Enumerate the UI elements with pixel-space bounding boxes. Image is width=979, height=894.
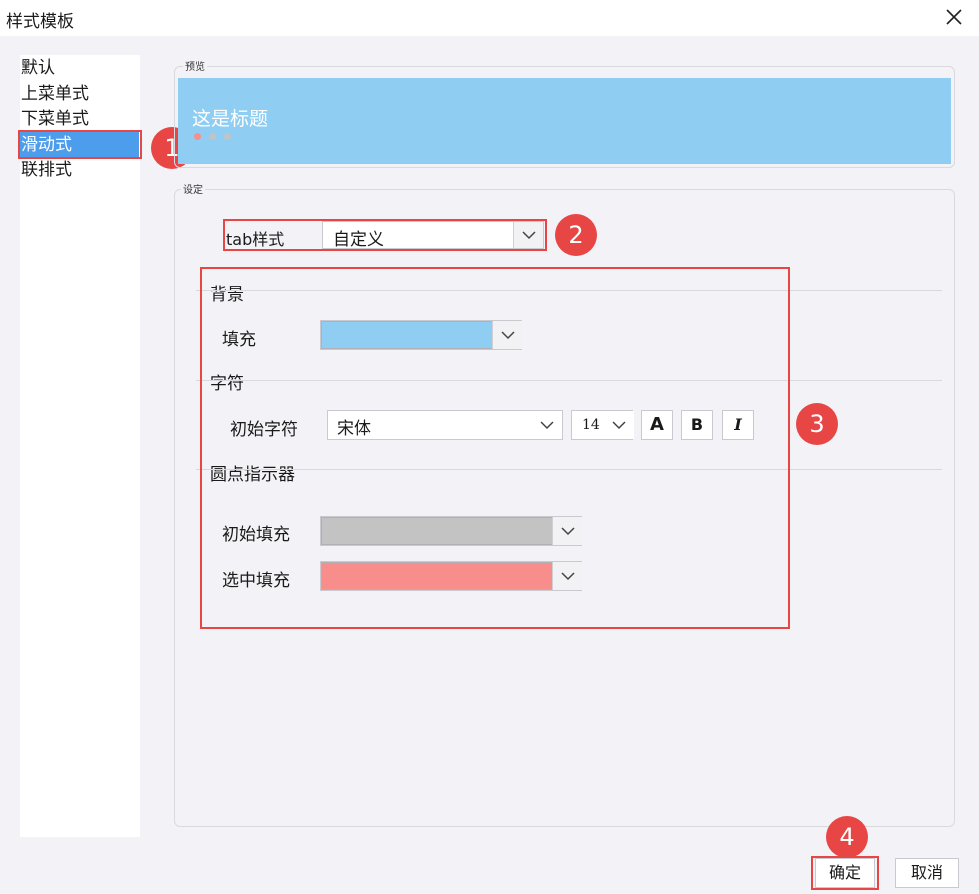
annotation-badge-4: 4 (826, 816, 868, 858)
section-divider (196, 290, 942, 291)
annotation-badge-2: 2 (555, 214, 597, 256)
background-fill-picker[interactable] (320, 320, 522, 350)
cancel-button[interactable]: 取消 (895, 858, 959, 888)
style-item-bottom-menu[interactable]: 下菜单式 (20, 106, 140, 132)
preview-group-label: 预览 (183, 58, 207, 73)
bold-button[interactable]: B (681, 410, 713, 440)
initial-fill-label: 初始填充 (222, 525, 290, 545)
chevron-down-icon[interactable] (552, 517, 582, 545)
ok-button[interactable]: 确定 (815, 858, 875, 888)
chevron-down-icon[interactable] (492, 321, 522, 349)
chevron-down-icon[interactable] (604, 411, 634, 439)
preview-dot (224, 133, 231, 140)
initial-char-label: 初始字符 (230, 420, 298, 440)
tab-style-value: 自定义 (333, 230, 384, 250)
chevron-down-icon[interactable] (513, 222, 543, 248)
preview-dot (209, 133, 216, 140)
tab-style-select[interactable]: 自定义 (322, 221, 544, 250)
background-section-label: 背景 (210, 285, 244, 305)
font-size-select[interactable]: 14 (571, 410, 634, 440)
close-icon[interactable] (944, 7, 964, 27)
selected-fill-swatch (321, 562, 553, 590)
preview-area: 这是标题 (178, 78, 951, 164)
font-select[interactable]: 宋体 (327, 410, 563, 440)
font-size-value: 14 (582, 417, 600, 433)
dot-indicator-section-label: 圆点指示器 (210, 465, 295, 485)
section-divider (196, 380, 942, 381)
style-item-default[interactable]: 默认 (20, 55, 140, 81)
italic-button[interactable]: I (722, 410, 754, 440)
style-item-inline[interactable]: 联排式 (20, 157, 140, 183)
fill-label: 填充 (222, 330, 256, 350)
window-title: 样式模板 (6, 12, 74, 32)
style-item-slide[interactable]: 滑动式 (20, 132, 139, 158)
chevron-down-icon[interactable] (532, 411, 562, 439)
font-value: 宋体 (337, 419, 371, 439)
settings-panel (174, 189, 955, 827)
title-bar: 样式模板 (0, 0, 979, 36)
style-item-top-menu[interactable]: 上菜单式 (20, 81, 140, 107)
selected-fill-picker[interactable] (320, 561, 582, 591)
style-list: 默认 上菜单式 下菜单式 滑动式 联排式 (20, 55, 140, 837)
chevron-down-icon[interactable] (552, 562, 582, 590)
annotation-badge-3: 3 (796, 403, 838, 445)
preview-dot-selected (194, 133, 201, 140)
character-section-label: 字符 (210, 374, 244, 394)
settings-group-label: 设定 (181, 181, 205, 196)
initial-fill-picker[interactable] (320, 516, 582, 546)
section-divider (196, 469, 942, 470)
background-fill-swatch (321, 321, 493, 349)
font-color-button[interactable]: A (641, 410, 673, 440)
preview-title: 这是标题 (192, 108, 269, 130)
selected-fill-label: 选中填充 (222, 571, 290, 591)
initial-fill-swatch (321, 517, 553, 545)
tab-style-label: tab样式 (226, 230, 285, 249)
